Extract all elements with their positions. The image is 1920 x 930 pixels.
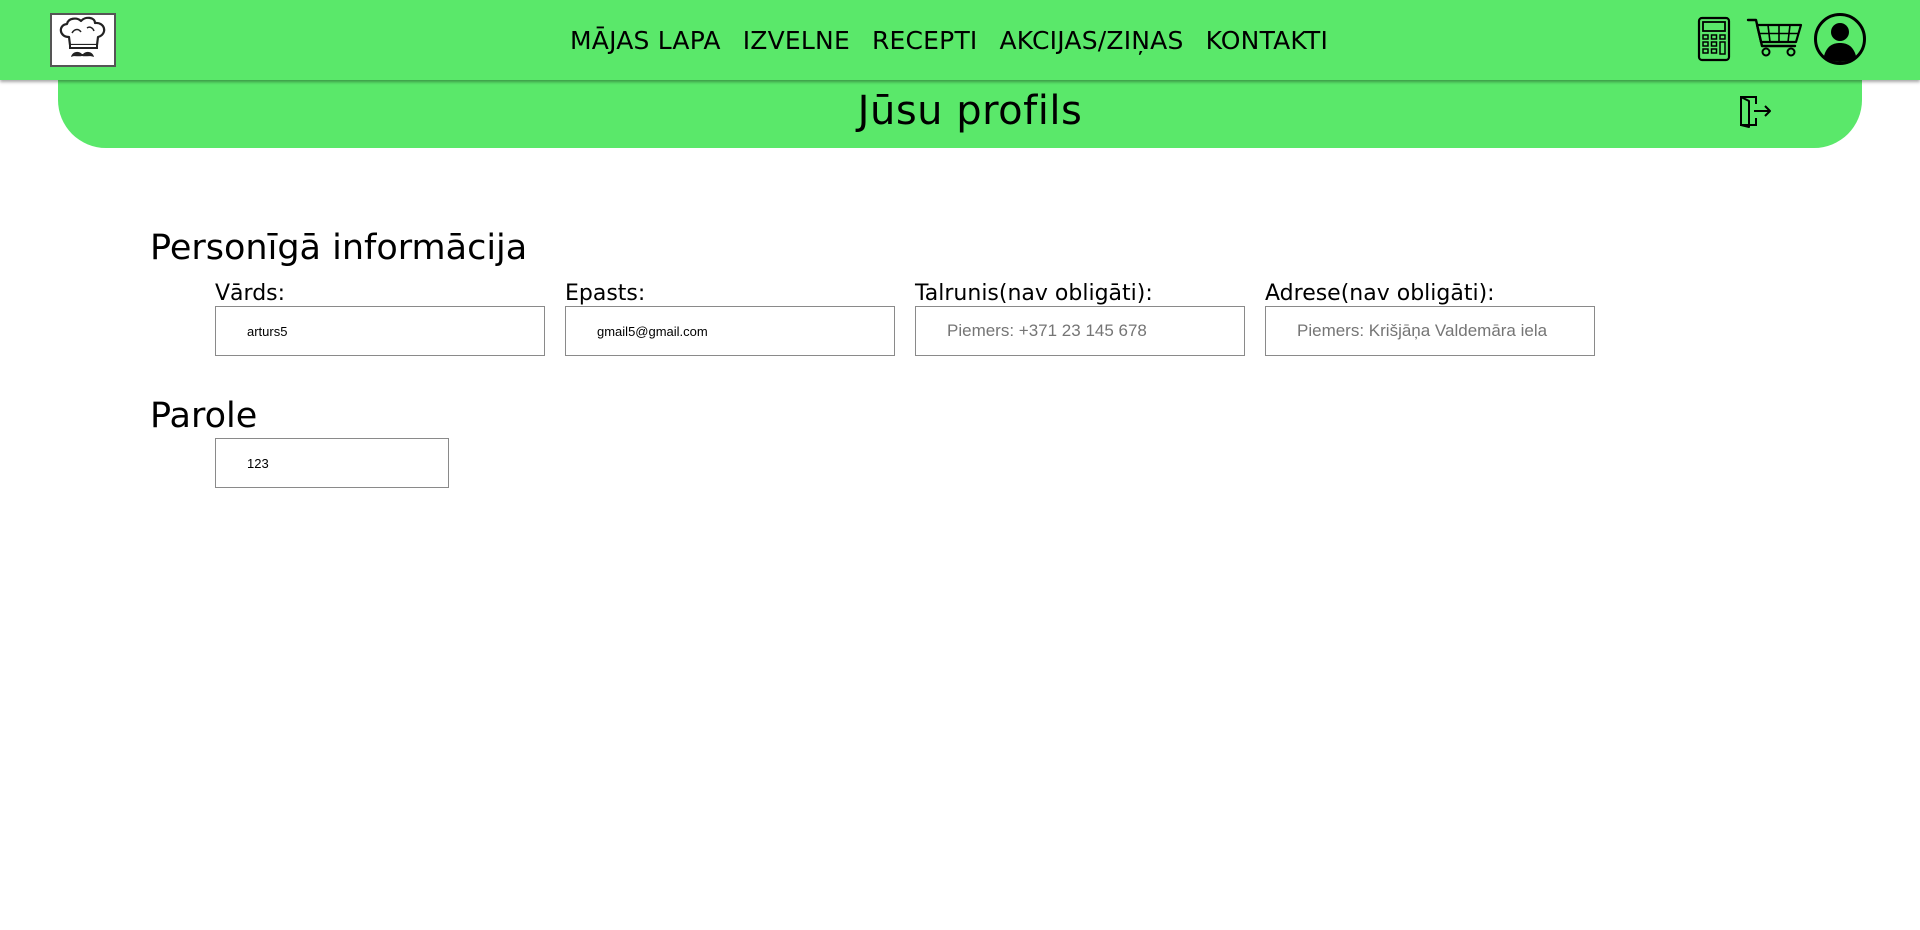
profile-banner: Jūsu profils: [58, 70, 1862, 148]
password-heading: Parole: [150, 396, 258, 436]
chef-logo-icon[interactable]: [50, 13, 116, 67]
nav-link-contacts[interactable]: KONTAKTI: [1206, 26, 1329, 55]
user-account-icon[interactable]: [1813, 12, 1867, 70]
main-navigation: MĀJAS LAPA IZVELNE RECEPTI AKCIJAS/ZIŅAS…: [570, 0, 1328, 80]
address-input[interactable]: [1265, 306, 1595, 356]
nav-link-recipes[interactable]: RECEPTI: [872, 26, 978, 55]
address-label: Adrese(nav obligāti):: [1265, 281, 1495, 306]
logout-icon[interactable]: [1738, 94, 1772, 132]
calculator-icon[interactable]: [1697, 16, 1731, 66]
name-label: Vārds:: [215, 281, 286, 306]
nav-link-promotions-news[interactable]: AKCIJAS/ZIŅAS: [1000, 26, 1184, 55]
nav-link-home[interactable]: MĀJAS LAPA: [570, 26, 721, 55]
password-input[interactable]: [215, 438, 449, 488]
name-input[interactable]: [215, 306, 545, 356]
phone-input[interactable]: [915, 306, 1245, 356]
email-label: Epasts:: [565, 281, 646, 306]
personal-info-heading: Personīgā informācija: [150, 228, 528, 268]
page-title: Jūsu profils: [857, 88, 1083, 134]
email-input[interactable]: [565, 306, 895, 356]
phone-label: Talrunis(nav obligāti):: [915, 281, 1153, 306]
cart-icon[interactable]: [1746, 16, 1804, 62]
top-navbar: MĀJAS LAPA IZVELNE RECEPTI AKCIJAS/ZIŅAS…: [0, 0, 1920, 80]
nav-link-menu[interactable]: IZVELNE: [743, 26, 850, 55]
